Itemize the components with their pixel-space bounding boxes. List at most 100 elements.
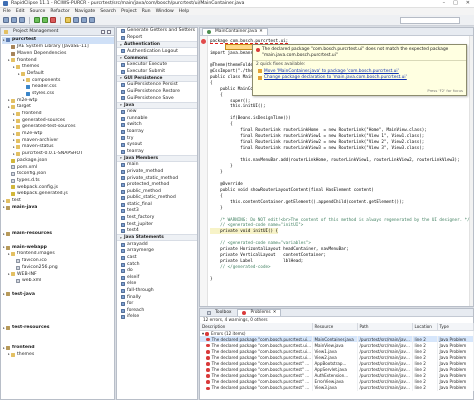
tree-item[interactable]: package.json [2, 157, 114, 164]
tree-item[interactable]: ▸ Default [2, 70, 114, 77]
tree-item[interactable] [2, 218, 114, 225]
palette-section[interactable]: ▾ Java Statements [117, 234, 197, 242]
palette-item[interactable]: else [117, 281, 197, 288]
tree-item[interactable]: types.d.ts [2, 177, 114, 184]
tree-item[interactable] [2, 298, 114, 305]
search-icon[interactable] [65, 17, 71, 23]
palette-item[interactable]: try [117, 135, 197, 142]
tree-item[interactable]: styles.css [2, 91, 114, 98]
tree-item[interactable]: ▸ themes [2, 64, 114, 71]
palette-item[interactable]: public_static_method [117, 195, 197, 202]
editor-tab-maincontainer[interactable]: MainContainer.java ✕ [202, 28, 268, 35]
tree-item[interactable] [2, 238, 114, 245]
menu-item-file[interactable]: File [3, 9, 11, 15]
palette-item[interactable]: private_method [117, 169, 197, 176]
tree-item[interactable]: ▸ target [2, 104, 114, 111]
menu-item-edit[interactable]: Edit [16, 9, 25, 15]
palette-item[interactable]: catch [117, 261, 197, 268]
tree-item[interactable]: Maven Dependencies [2, 50, 114, 57]
tree-item[interactable]: ▸ purcrtest [2, 37, 114, 44]
menu-item-source[interactable]: Source [30, 9, 46, 15]
back-icon[interactable] [81, 17, 87, 23]
tree-item[interactable]: ▸ m2e-wtp [2, 97, 114, 104]
tree-item[interactable]: ▸ WEB-INF [2, 271, 114, 278]
column-header-path[interactable]: Path [357, 323, 413, 331]
tree-item[interactable]: ▸ generated-sources [2, 117, 114, 124]
menu-item-project[interactable]: Project [121, 9, 137, 15]
run-icon[interactable] [34, 17, 40, 23]
close-tab-icon[interactable]: ✕ [259, 29, 263, 35]
tree-item[interactable]: webpack.generated.js [2, 191, 114, 198]
palette-item[interactable]: Authentication Logout [117, 48, 197, 55]
palette-item[interactable]: Generate Getters and Setters [117, 28, 197, 35]
palette-item[interactable]: foreach [117, 307, 197, 314]
tree-item[interactable]: favicon.ico [2, 258, 114, 265]
tree-item[interactable]: ▸ m2e-wtp [2, 131, 114, 138]
tree-item[interactable]: JRE System Library [JavaSE-11] [2, 44, 114, 51]
palette-item[interactable]: sysout [117, 142, 197, 149]
tree-item[interactable]: ▸ test-resources [2, 325, 114, 332]
tree-item[interactable]: ▸ maven-archiver [2, 137, 114, 144]
tree-item[interactable]: ▸ frontend [2, 345, 114, 352]
tree-item[interactable]: ▸ test-java [2, 291, 114, 298]
tree-item[interactable] [2, 331, 114, 338]
tree-item[interactable]: ▸ frontend [2, 57, 114, 64]
palette-item[interactable]: GuiPersistence Restore [117, 89, 197, 96]
tree-item[interactable] [2, 311, 114, 318]
palette-item[interactable]: test3 [117, 208, 197, 215]
quick-fix-change-package[interactable]: Change package declaration to 'main.java… [253, 74, 466, 80]
error-marker-icon[interactable] [201, 38, 206, 44]
palette-item[interactable]: public_method [117, 188, 197, 195]
quick-access-input[interactable] [400, 17, 460, 24]
tree-item[interactable]: ▸ purcrtest-0.0.1-SNAPSHOT [2, 151, 114, 158]
palette-section[interactable]: ▾ Java Members [117, 154, 197, 162]
tree-item[interactable]: ▸ maven-status [2, 144, 114, 151]
tree-item[interactable]: ▸ test [2, 198, 114, 205]
close-tab-icon[interactable]: ✕ [273, 310, 277, 316]
palette-item[interactable]: fall-through [117, 288, 197, 295]
tree-item[interactable]: ▸ components [2, 77, 114, 84]
tree-item[interactable] [2, 318, 114, 325]
tree-item[interactable]: web.xml [2, 278, 114, 285]
debug-icon[interactable] [42, 17, 48, 23]
palette-item[interactable]: GuiPersistence Persist [117, 82, 197, 89]
palette-item[interactable]: finally [117, 294, 197, 301]
menu-item-window[interactable]: Window [156, 9, 174, 15]
palette-item[interactable]: private_static_method [117, 175, 197, 182]
palette-section[interactable]: ▾ GUI Persistence [117, 74, 197, 82]
tree-item[interactable] [2, 338, 114, 345]
palette-item[interactable]: switch [117, 122, 197, 129]
palette-item[interactable]: ifelse [117, 314, 197, 321]
palette-item[interactable]: protected_method [117, 182, 197, 189]
tab-toolbox[interactable]: Toolbox [202, 309, 236, 316]
tree-item[interactable]: ▸ themes [2, 351, 114, 358]
palette-item[interactable]: new [117, 109, 197, 116]
palette-item[interactable]: do [117, 268, 197, 275]
refresh-icon[interactable] [73, 17, 79, 23]
palette-item[interactable]: elseif [117, 274, 197, 281]
palette-item[interactable]: test_jupiter [117, 221, 197, 228]
palette-item[interactable]: test4 [117, 228, 197, 235]
tree-item[interactable]: pom.xml [2, 164, 114, 171]
tree-item[interactable] [2, 224, 114, 231]
column-header-type[interactable]: Type [437, 323, 474, 331]
palette-item[interactable]: arraymerge [117, 248, 197, 255]
maximize-icon[interactable]: □ [453, 0, 458, 6]
forward-icon[interactable] [89, 17, 95, 23]
palette-section[interactable]: ▾ Java [117, 101, 197, 109]
palette-item[interactable]: tearray [117, 148, 197, 155]
palette-section[interactable]: ▾ Authentication [117, 41, 197, 49]
column-header-resource[interactable]: Resource [312, 323, 358, 331]
save-icon[interactable] [11, 17, 17, 23]
menu-item-run[interactable]: Run [142, 9, 151, 15]
palette-section[interactable]: ▾ Commons [117, 54, 197, 62]
column-header-description[interactable]: Description [200, 323, 313, 331]
menu-item-help[interactable]: Help [179, 9, 189, 15]
palette-item[interactable]: main [117, 162, 197, 169]
close-icon[interactable]: ✕ [466, 0, 470, 6]
tree-item[interactable]: ▸ main-java [2, 204, 114, 211]
tree-item[interactable] [2, 284, 114, 291]
tree-item[interactable] [2, 305, 114, 312]
menu-item-refactor[interactable]: Refactor [50, 9, 69, 15]
palette-item[interactable]: cast [117, 255, 197, 262]
